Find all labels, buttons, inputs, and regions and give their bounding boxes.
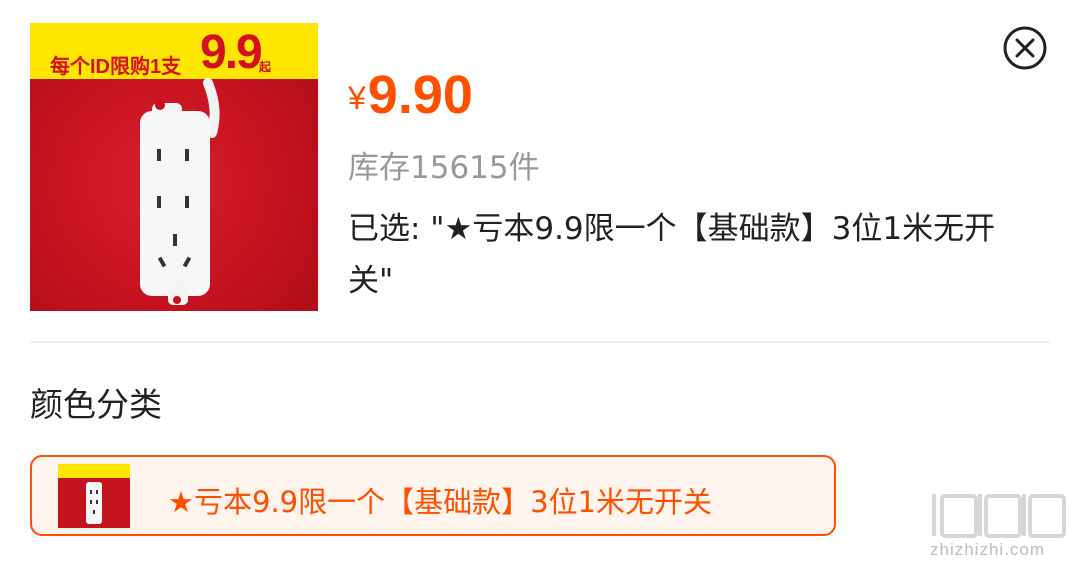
currency-symbol: ¥ — [348, 80, 366, 116]
divider — [30, 341, 1050, 343]
product-image[interactable]: 每个ID限购1支 9.9 起 — [30, 23, 318, 311]
power-strip-illustration — [140, 78, 220, 305]
price-value: 9.90 — [367, 65, 473, 125]
sku-option-selected[interactable]: ★亏本9.9限一个【基础款】3位1米无开关 — [30, 455, 836, 536]
stock-count: 库存15615件 — [348, 150, 540, 186]
price: ¥9.90 — [348, 64, 473, 126]
sku-option-label: ★亏本9.9限一个【基础款】3位1米无开关 — [168, 485, 713, 519]
watermark-text: zhizhizhi.com — [930, 540, 1046, 559]
selected-sku-summary: 已选: "★亏本9.9限一个【基础款】3位1米无开关" — [348, 211, 996, 299]
sku-thumbnail — [58, 464, 130, 528]
close-circle-icon — [1003, 26, 1047, 70]
close-button[interactable] — [1002, 25, 1048, 71]
sku-strip-illustration — [86, 482, 102, 524]
color-category-title: 颜色分类 — [30, 385, 162, 424]
